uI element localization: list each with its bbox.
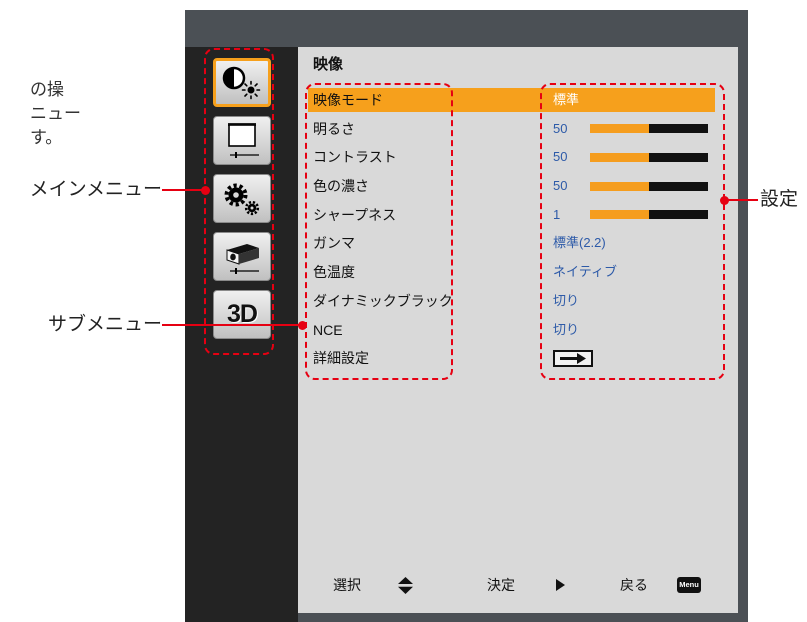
intro-text: の操 ニュー す。 (30, 78, 81, 150)
footer-select-label: 選択 (333, 577, 361, 593)
footer-back-label: 戻る (620, 577, 648, 593)
intro-line: ニュー (30, 104, 81, 123)
intro-line: の操 (30, 80, 64, 99)
footer-enter-label: 決定 (487, 577, 515, 593)
settings-callout-box (540, 83, 725, 380)
main-menu-callout-box (204, 48, 274, 355)
sub-menu-callout-box (305, 83, 453, 380)
sub-menu-callout-label: サブメニュー (47, 314, 162, 335)
manual-figure: の操 ニュー す。 3D 映像 映像モード 標準 明るさ 50 コントラスト 5… (0, 0, 807, 622)
settings-callout-label: 設定 (760, 189, 799, 210)
section-title: 映像 (313, 56, 344, 73)
settings-callout-line (724, 199, 758, 201)
main-menu-callout-dot (200, 185, 210, 195)
main-menu-callout-label: メインメニュー (29, 179, 162, 200)
up-down-arrow-icon (398, 577, 413, 594)
sub-menu-callout-line (162, 324, 302, 326)
settings-callout-dot (719, 195, 729, 205)
intro-line: す。 (30, 128, 63, 147)
right-triangle-icon (556, 579, 565, 591)
sub-menu-callout-dot (297, 320, 307, 330)
main-menu-callout-line (162, 189, 205, 191)
menu-key-badge: Menu (677, 577, 701, 593)
